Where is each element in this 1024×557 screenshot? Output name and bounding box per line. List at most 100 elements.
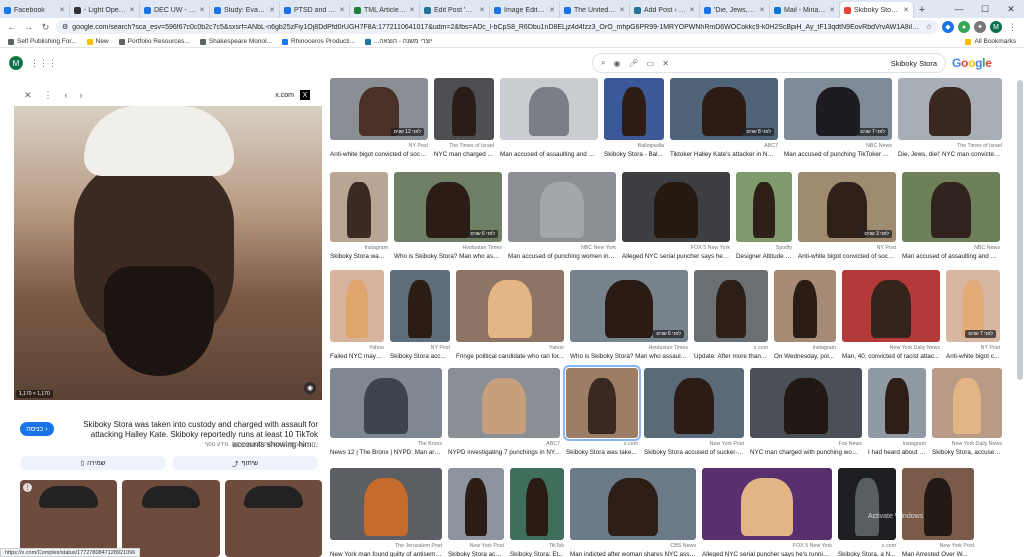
more-icon[interactable]: ⋮ bbox=[44, 90, 53, 101]
result-source[interactable]: x.com bbox=[694, 345, 768, 351]
more-icon[interactable]: ⋮ bbox=[23, 483, 32, 492]
image-result[interactable]: x.com Update: After more than... bbox=[694, 270, 768, 364]
image-result[interactable]: Ballotpedia Skiboky Stora - Bal... bbox=[604, 78, 664, 162]
keyboard-icon[interactable]: ▭ bbox=[647, 59, 655, 68]
google-logo[interactable]: Google bbox=[952, 56, 992, 70]
bookmark-item[interactable]: Portfolio Resources... bbox=[118, 38, 190, 45]
result-source[interactable]: Yahoo bbox=[456, 345, 564, 351]
result-thumbnail[interactable] bbox=[694, 270, 768, 342]
tab-close-icon[interactable]: ✕ bbox=[619, 6, 625, 14]
menu-icon[interactable]: ⋮ bbox=[1006, 21, 1019, 34]
result-thumbnail[interactable] bbox=[774, 270, 836, 342]
result-thumbnail[interactable] bbox=[448, 468, 504, 540]
close-window-button[interactable]: ✕ bbox=[998, 0, 1024, 18]
next-icon[interactable]: › bbox=[80, 90, 83, 100]
result-title[interactable]: Man accused of punching TikToker ch... bbox=[784, 151, 892, 158]
result-source[interactable]: FOX 5 New York bbox=[622, 245, 730, 251]
all-bookmarks[interactable]: All Bookmarks bbox=[965, 38, 1016, 45]
result-source[interactable]: New York Post bbox=[902, 543, 974, 549]
result-title[interactable]: Anti-white bigot convicted of sock... bbox=[798, 253, 896, 260]
lens-search-icon[interactable]: ◉ bbox=[304, 382, 316, 394]
result-title[interactable]: NYC man charged ... bbox=[434, 151, 494, 158]
result-thumbnail[interactable] bbox=[508, 172, 616, 242]
result-thumbnail[interactable] bbox=[448, 368, 560, 438]
image-result[interactable]: FOX 5 New York Alleged NYC serial puncher… bbox=[622, 172, 730, 264]
result-thumbnail[interactable] bbox=[622, 172, 730, 242]
reload-icon[interactable]: ↻ bbox=[39, 21, 52, 34]
result-title[interactable]: Die, Jews, die!' NYC man convicted ... bbox=[898, 151, 1002, 158]
result-thumbnail[interactable]: לפני 6 שנים bbox=[570, 270, 688, 342]
address-bar[interactable]: ⚙ google.com/search?sca_esv=596f67c0c0b2… bbox=[56, 20, 938, 34]
tab-close-icon[interactable]: ✕ bbox=[129, 6, 135, 14]
bookmark-item[interactable]: New bbox=[86, 38, 109, 45]
result-thumbnail[interactable] bbox=[570, 468, 696, 540]
result-title[interactable]: Update: After more than... bbox=[694, 353, 768, 360]
result-source[interactable]: New York Daily News bbox=[842, 345, 940, 351]
share-button[interactable]: ⤴ שיתוף bbox=[172, 456, 318, 470]
image-result[interactable]: The Times of Israel Die, Jews, die!' NYC … bbox=[898, 78, 1002, 162]
result-thumbnail[interactable] bbox=[500, 78, 598, 140]
result-title[interactable]: Who is Skiboky Stora? Man who assaulte..… bbox=[570, 353, 688, 360]
tab-close-icon[interactable]: ✕ bbox=[199, 6, 205, 14]
extension-icon[interactable]: ● bbox=[958, 21, 970, 33]
mic-icon[interactable]: 🎤︎ bbox=[628, 59, 638, 68]
copyright-note[interactable]: ייתכן שהתמונות כפופות לזכויות יוצרים. מי… bbox=[22, 442, 318, 448]
result-title[interactable]: Anti-white bigot c... bbox=[946, 353, 1000, 360]
result-title[interactable]: Man accused of assaulting and pu... bbox=[902, 253, 1000, 260]
image-result[interactable]: New York Daily News Man, 40, convicted of… bbox=[842, 270, 940, 364]
image-result[interactable]: FOX 5 New York Alleged NYC serial puncher… bbox=[702, 468, 832, 557]
result-title[interactable]: Skiboky Stora, a N... bbox=[838, 551, 896, 557]
prev-icon[interactable]: ‹ bbox=[65, 90, 68, 100]
apps-grid-icon[interactable]: ⋮⋮⋮ bbox=[30, 58, 57, 69]
result-source[interactable]: The Times of Israel bbox=[898, 143, 1002, 149]
image-result[interactable]: New York Post Skiboky Stora accused of su… bbox=[644, 368, 744, 460]
image-result[interactable]: New York Post Skiboky Stora accu... bbox=[448, 468, 504, 557]
result-title[interactable]: Who is Skiboky Stora? Man who assa... bbox=[394, 253, 502, 260]
minimize-button[interactable]: — bbox=[946, 0, 972, 18]
result-thumbnail[interactable] bbox=[330, 270, 384, 342]
result-thumbnail[interactable] bbox=[736, 172, 792, 242]
scrollbar[interactable] bbox=[1017, 80, 1023, 380]
image-result[interactable]: TikTok Skiboky Stora: Et... bbox=[510, 468, 564, 557]
result-title[interactable]: Tiktoker Halley Kate's attacker in NYC .… bbox=[670, 151, 778, 158]
result-title[interactable]: Skiboky Stora acc... bbox=[390, 353, 450, 360]
image-result[interactable]: Instagram I had heard about t... bbox=[868, 368, 926, 460]
result-source[interactable]: Yahoo bbox=[330, 345, 384, 351]
visit-button[interactable]: כניסה › bbox=[20, 422, 54, 436]
result-source[interactable]: NY Post bbox=[798, 245, 896, 251]
image-result[interactable]: Fox News NYC man charged with punching wo… bbox=[750, 368, 862, 460]
result-source[interactable]: ABC7 bbox=[448, 441, 560, 447]
result-source[interactable]: Hindustan Times bbox=[394, 245, 502, 251]
search-icon[interactable]: ⌕ bbox=[601, 58, 605, 68]
result-thumbnail[interactable]: לפני 3 שנים bbox=[798, 172, 896, 242]
image-result[interactable]: NBC New York Man accused of punching wome… bbox=[508, 172, 616, 264]
result-thumbnail[interactable] bbox=[868, 368, 926, 438]
result-title[interactable]: Skiboky Stora: Et... bbox=[510, 551, 564, 557]
image-result[interactable]: x.com Skiboky Stora was take... bbox=[563, 365, 641, 460]
result-thumbnail[interactable] bbox=[390, 270, 450, 342]
result-title[interactable]: NYPD investigating 7 punchings in NY... bbox=[448, 449, 560, 456]
result-thumbnail[interactable] bbox=[702, 468, 832, 540]
account-avatar[interactable]: M bbox=[9, 56, 23, 70]
search-box[interactable]: ⌕ ◉ 🎤︎ ▭ ✕ Skiboky Stora bbox=[592, 53, 946, 73]
result-thumbnail[interactable]: לפני 7 שנים bbox=[784, 78, 892, 140]
result-title[interactable]: Anti-white bigot convicted of socke... bbox=[330, 151, 428, 158]
image-result[interactable]: The Jerusalem Post New York man found gui… bbox=[330, 468, 442, 557]
result-thumbnail[interactable] bbox=[330, 368, 442, 438]
image-result[interactable]: Instagram Skiboky Stora was ... bbox=[330, 172, 388, 264]
result-source[interactable]: The Bronx bbox=[330, 441, 442, 447]
bookmark-item[interactable]: Self Publishing For... bbox=[8, 38, 77, 45]
result-thumbnail[interactable] bbox=[750, 368, 862, 438]
result-thumbnail[interactable] bbox=[604, 78, 664, 140]
result-source[interactable]: NBC News bbox=[784, 143, 892, 149]
result-source[interactable]: NBC New York bbox=[508, 245, 616, 251]
browser-tab[interactable]: Facebook ✕ bbox=[0, 2, 70, 18]
result-title[interactable]: Man indicted after woman shares NYC assa… bbox=[570, 551, 696, 557]
bookmark-item[interactable]: ...יוצרי משנה - הוצאה bbox=[364, 38, 432, 45]
image-result[interactable]: לפני 12 שנים NY Post Anti-white bigot conv… bbox=[330, 78, 428, 162]
result-source[interactable]: CBS News bbox=[570, 543, 696, 549]
tab-close-icon[interactable]: ✕ bbox=[479, 6, 485, 14]
result-title[interactable]: Skiboky Stora - Bal... bbox=[604, 151, 664, 158]
related-image[interactable]: ⋮ bbox=[20, 480, 118, 557]
result-thumbnail[interactable]: לפני 8 שנים bbox=[670, 78, 778, 140]
